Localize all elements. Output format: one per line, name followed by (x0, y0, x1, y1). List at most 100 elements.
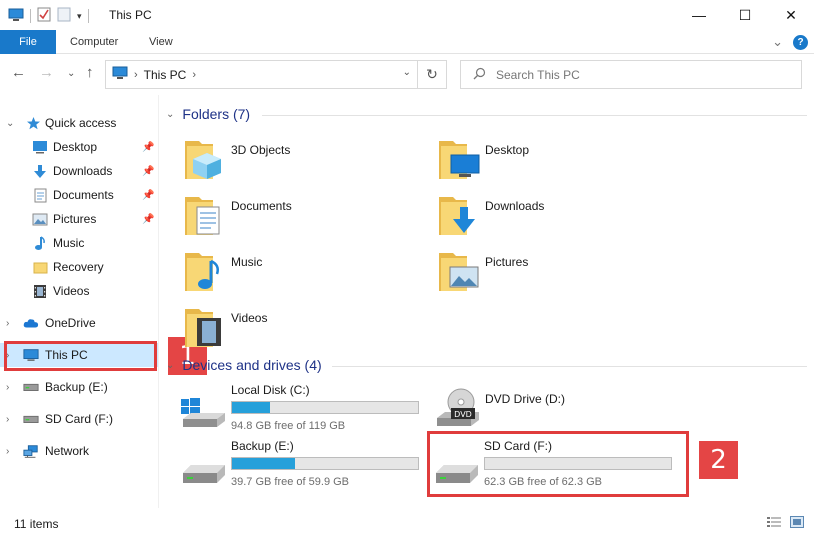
sidebar-item-desktop[interactable]: Desktop 📌 (0, 135, 158, 159)
large-icons-view-icon[interactable] (790, 516, 804, 531)
tab-file[interactable]: File (0, 30, 56, 54)
folders-section-header[interactable]: ⌄ Folders (7) (166, 106, 250, 122)
drive-free-space: 39.7 GB free of 59.9 GB (231, 476, 350, 488)
pane-divider[interactable] (158, 95, 159, 508)
capacity-fill (232, 402, 270, 413)
chevron-right-icon[interactable]: › (134, 69, 138, 81)
new-folder-icon[interactable] (57, 7, 71, 25)
up-button[interactable]: ↑ (86, 64, 94, 81)
capacity-bar (231, 457, 419, 470)
chevron-right-icon[interactable]: › (6, 446, 9, 457)
folder-pictures[interactable]: Pictures (437, 247, 677, 299)
section-title: Folders (7) (182, 106, 251, 122)
callout-badge-2: 2 (699, 441, 738, 479)
computer-icon (112, 66, 128, 83)
drive-local-disk-c[interactable]: Local Disk (C:) 94.8 GB free of 119 GB (181, 383, 431, 435)
computer-icon[interactable] (8, 8, 24, 25)
quick-access-toolbar: ▾ (8, 7, 89, 25)
sidebar-item-network[interactable]: › Network (0, 439, 158, 463)
pin-icon[interactable]: 📌 (142, 142, 154, 153)
pin-icon[interactable]: 📌 (142, 214, 154, 225)
capacity-fill (232, 458, 295, 469)
maximize-button[interactable]: ☐ (722, 0, 768, 30)
chevron-down-icon[interactable]: ⌄ (403, 67, 411, 78)
forward-button[interactable]: → (39, 64, 54, 81)
chevron-down-icon[interactable]: ⌄ (166, 109, 174, 120)
folder-name: Desktop (485, 143, 530, 157)
navigation-pane: ⌄ Quick access Desktop 📌 Downloads 📌 Doc… (0, 104, 158, 508)
chevron-right-icon[interactable]: › (6, 382, 9, 393)
dvd-drive-icon: DVD (435, 388, 479, 428)
videos-folder-icon (183, 303, 227, 351)
properties-icon[interactable] (37, 7, 51, 25)
svg-text:DVD: DVD (454, 410, 472, 419)
sidebar-item-label: Downloads (53, 164, 113, 178)
desktop-folder-icon (437, 135, 481, 183)
customize-toolbar-icon[interactable]: ▾ (77, 11, 82, 22)
ribbon-controls: ⌄ ? (772, 34, 808, 50)
sidebar-item-videos[interactable]: Videos (0, 279, 158, 303)
sidebar-item-music[interactable]: Music (0, 231, 158, 255)
sidebar-item-quick-access[interactable]: ⌄ Quick access (0, 111, 158, 135)
folder-music[interactable]: Music (183, 247, 423, 299)
sidebar-item-recovery[interactable]: Recovery (0, 255, 158, 279)
close-button[interactable]: ✕ (768, 0, 814, 30)
sidebar-item-label: Videos (53, 284, 90, 298)
document-icon (32, 187, 48, 203)
folder-3d-objects[interactable]: 3D Objects (183, 135, 423, 187)
tab-view[interactable]: View (135, 30, 187, 54)
tab-computer[interactable]: Computer (56, 30, 132, 54)
pin-icon[interactable]: 📌 (142, 190, 154, 201)
chevron-down-icon[interactable]: ⌄ (166, 360, 174, 371)
desktop-icon (32, 139, 48, 155)
sidebar-item-label: Quick access (45, 116, 117, 130)
chevron-right-icon[interactable]: › (192, 69, 196, 81)
sidebar-item-sd-card[interactable]: › SD Card (F:) (0, 407, 158, 431)
address-crumb[interactable]: This PC (144, 68, 187, 82)
folder-name: Music (231, 255, 263, 269)
highlight-this-pc (4, 341, 157, 371)
refresh-button[interactable]: ↻ (418, 60, 447, 89)
drive-name: Backup (E:) (231, 439, 294, 453)
hard-drive-icon (181, 445, 225, 485)
collapse-ribbon-icon[interactable]: ⌄ (772, 34, 783, 50)
music-folder-icon (183, 247, 227, 295)
sidebar-item-label: SD Card (F:) (45, 412, 114, 426)
sidebar-item-downloads[interactable]: Downloads 📌 (0, 159, 158, 183)
star-icon (25, 115, 41, 131)
sidebar-item-label: OneDrive (45, 316, 96, 330)
section-divider (262, 115, 807, 116)
folder-downloads[interactable]: Downloads (437, 191, 677, 243)
sidebar-item-label: Backup (E:) (45, 380, 108, 394)
sidebar-item-backup[interactable]: › Backup (E:) (0, 375, 158, 399)
details-view-icon[interactable] (766, 516, 782, 531)
sidebar-item-documents[interactable]: Documents 📌 (0, 183, 158, 207)
folder-name: 3D Objects (231, 143, 291, 157)
sidebar-item-onedrive[interactable]: › OneDrive (0, 311, 158, 335)
minimize-button[interactable]: — (676, 0, 722, 30)
network-icon (23, 443, 39, 459)
devices-section-header[interactable]: ⌄ Devices and drives (4) (166, 357, 322, 373)
chevron-down-icon[interactable]: ⌄ (6, 118, 14, 129)
search-input[interactable]: Search This PC (460, 60, 802, 89)
drive-free-space: 94.8 GB free of 119 GB (231, 420, 346, 432)
drive-backup-e[interactable]: Backup (E:) 39.7 GB free of 59.9 GB (181, 439, 431, 491)
help-icon[interactable]: ? (793, 34, 808, 50)
chevron-right-icon[interactable]: › (6, 318, 9, 329)
chevron-right-icon[interactable]: › (6, 414, 9, 425)
status-bar: 11 items (0, 510, 814, 535)
cloud-icon (23, 315, 39, 331)
address-bar[interactable]: › This PC › ⌄ (105, 60, 418, 89)
drive-name: Local Disk (C:) (231, 383, 310, 397)
back-button[interactable]: ← (11, 64, 26, 81)
recent-locations-button[interactable]: ⌄ (67, 68, 75, 79)
sidebar-item-pictures[interactable]: Pictures 📌 (0, 207, 158, 231)
folder-videos[interactable]: Videos (183, 303, 423, 355)
search-placeholder: Search This PC (496, 67, 580, 82)
sidebar-item-label: Recovery (53, 260, 104, 274)
folder-documents[interactable]: Documents (183, 191, 423, 243)
documents-folder-icon (183, 191, 227, 239)
sidebar-item-label: Music (53, 236, 85, 250)
pin-icon[interactable]: 📌 (142, 166, 154, 177)
folder-desktop[interactable]: Desktop (437, 135, 677, 187)
